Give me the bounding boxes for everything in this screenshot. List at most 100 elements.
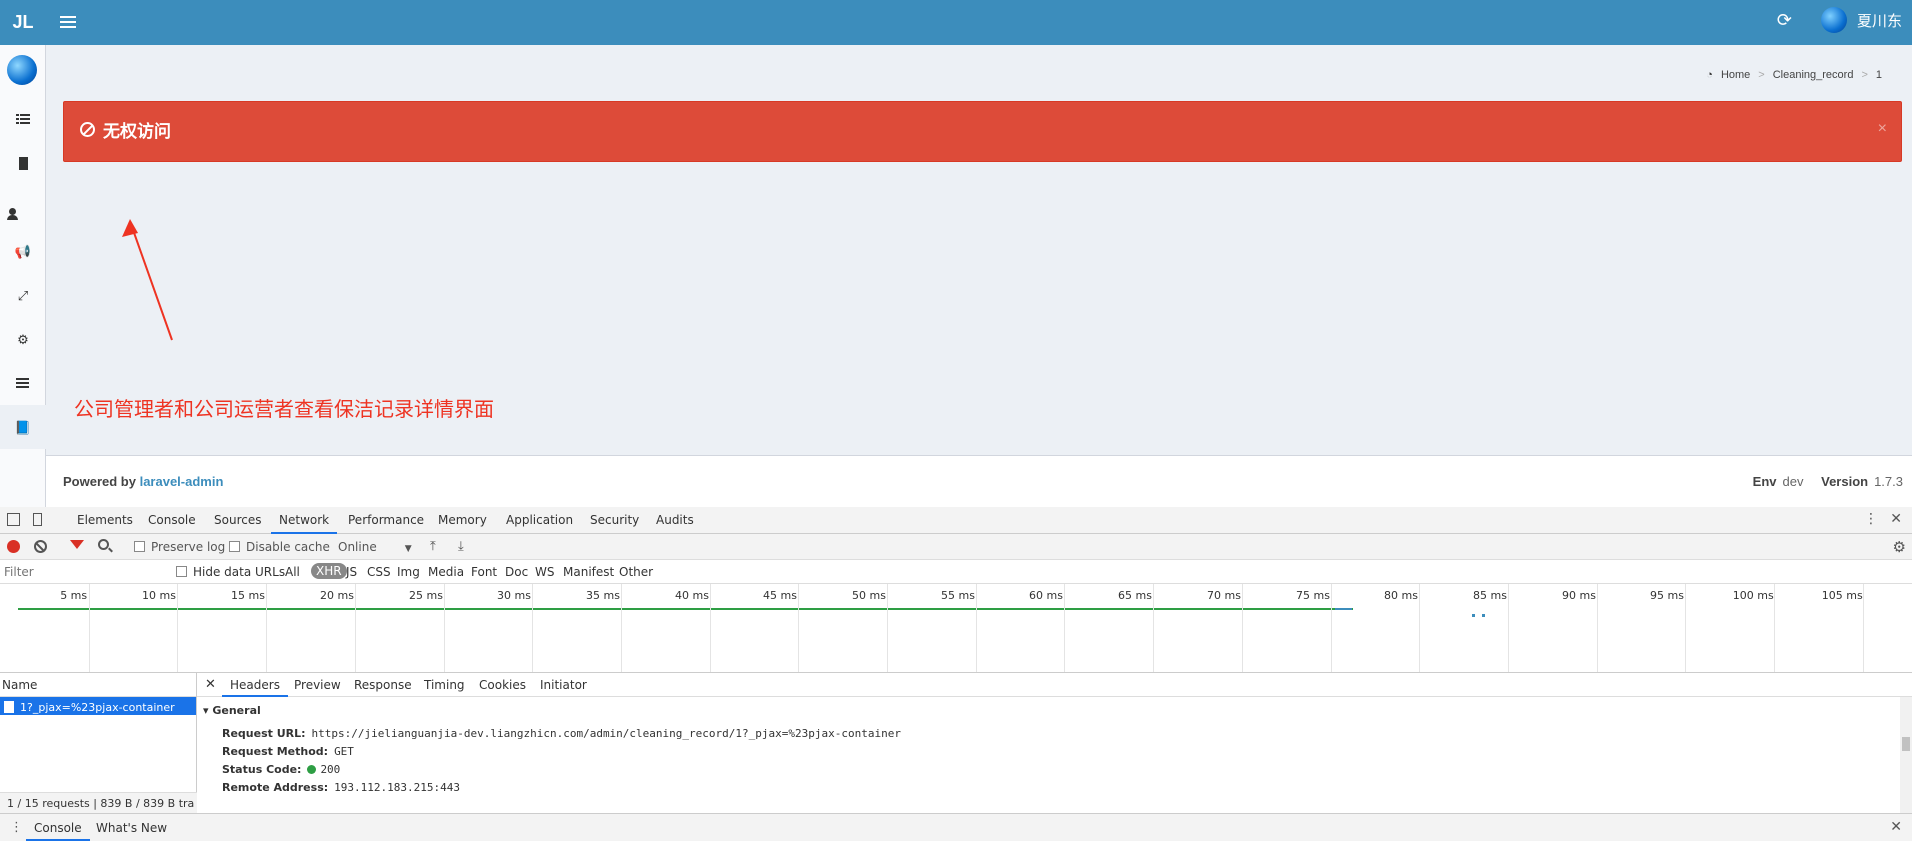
type-all[interactable]: All bbox=[285, 565, 300, 579]
close-detail-icon[interactable]: ✕ bbox=[205, 677, 216, 692]
version-value: 1.7.3 bbox=[1874, 474, 1903, 489]
requests-summary: 1 / 15 requests | 839 B / 839 B tra bbox=[0, 792, 197, 813]
close-devtools-icon[interactable]: ✕ bbox=[1890, 511, 1902, 527]
tab-initiator[interactable]: Initiator bbox=[540, 678, 587, 692]
record-icon[interactable] bbox=[7, 540, 20, 553]
close-drawer-icon[interactable]: ✕ bbox=[1890, 819, 1902, 835]
throttling-select[interactable]: Online ▼ bbox=[338, 540, 412, 554]
filter-input[interactable] bbox=[0, 563, 165, 581]
tab-headers[interactable]: Headers bbox=[222, 678, 288, 697]
inspect-element-icon[interactable] bbox=[7, 513, 20, 526]
sidebar-item-building[interactable] bbox=[0, 141, 46, 185]
tab-preview[interactable]: Preview bbox=[294, 678, 341, 692]
checkbox-icon bbox=[229, 541, 240, 552]
type-css[interactable]: CSS bbox=[367, 565, 391, 579]
drawer-tab-whats-new[interactable]: What's New bbox=[96, 821, 167, 835]
devtools-tabbar: Elements Console Sources Network Perform… bbox=[0, 507, 1912, 534]
request-row[interactable]: 1?_pjax=%23pjax-container bbox=[0, 697, 196, 715]
tab-sources[interactable]: Sources bbox=[214, 513, 261, 527]
filter-bar: Hide data URLs All XHR JS CSS Img Media … bbox=[0, 560, 1912, 584]
env-value: dev bbox=[1782, 474, 1804, 489]
disable-cache-checkbox[interactable]: Disable cache bbox=[229, 540, 330, 554]
tab-elements[interactable]: Elements bbox=[77, 513, 133, 527]
laravel-admin-link[interactable]: laravel-admin bbox=[140, 474, 224, 489]
powered-prefix: Powered by bbox=[63, 474, 136, 489]
sidebar-item-list[interactable] bbox=[0, 97, 46, 141]
ban-icon bbox=[80, 122, 95, 137]
timeline-gridline bbox=[1508, 584, 1509, 672]
settings-gear-icon[interactable]: ⚙ bbox=[1893, 538, 1906, 556]
detail-tabbar: ✕ Headers Preview Response Timing Cookie… bbox=[197, 673, 1912, 697]
search-icon[interactable] bbox=[98, 539, 109, 550]
breadcrumb-separator: > bbox=[1861, 69, 1868, 81]
timeline-gridline bbox=[1774, 584, 1775, 672]
expand-icon: ⤢ bbox=[17, 287, 29, 303]
type-other[interactable]: Other bbox=[619, 565, 653, 579]
request-name: 1?_pjax=%23pjax-container bbox=[20, 700, 175, 714]
network-toolbar: Preserve log Disable cache Online ▼ ⤒ ⤓ ⚙ bbox=[0, 534, 1912, 560]
type-js[interactable]: JS bbox=[346, 565, 357, 579]
export-har-icon[interactable]: ⤓ bbox=[458, 539, 464, 554]
tab-performance[interactable]: Performance bbox=[348, 513, 424, 527]
name-column-header[interactable]: Name bbox=[0, 673, 196, 697]
type-doc[interactable]: Doc bbox=[505, 565, 528, 579]
drawer-menu-icon[interactable]: ⋮ bbox=[10, 820, 23, 835]
tab-memory[interactable]: Memory bbox=[438, 513, 487, 527]
tab-timing[interactable]: Timing bbox=[424, 678, 465, 692]
header-key: Status Code: bbox=[222, 763, 302, 776]
tab-response[interactable]: Response bbox=[354, 678, 412, 692]
header-key: Request Method: bbox=[222, 745, 329, 758]
timeline-tick-label: 25 ms bbox=[409, 589, 443, 602]
tab-application[interactable]: Application bbox=[506, 513, 573, 527]
sidebar-item-user[interactable] bbox=[0, 185, 46, 229]
hide-data-urls-checkbox[interactable]: Hide data URLs bbox=[176, 565, 285, 579]
app-logo[interactable]: JL bbox=[0, 0, 46, 45]
user-menu[interactable]: 夏川东 bbox=[1820, 7, 1902, 33]
device-toolbar-icon[interactable] bbox=[33, 513, 42, 526]
type-font[interactable]: Font bbox=[471, 565, 497, 579]
scrollbar-thumb[interactable] bbox=[1902, 737, 1910, 751]
tab-cookies[interactable]: Cookies bbox=[479, 678, 526, 692]
breadcrumb: ◔ Home > Cleaning_record > 1 bbox=[1706, 69, 1882, 81]
breadcrumb-home[interactable]: Home bbox=[1721, 69, 1750, 81]
checkbox-icon bbox=[176, 566, 187, 577]
header-status-code: Status Code: 200 bbox=[222, 763, 340, 776]
alert-close-button[interactable]: × bbox=[1878, 120, 1887, 138]
preserve-log-checkbox[interactable]: Preserve log bbox=[134, 540, 225, 554]
drawer-tab-console[interactable]: Console bbox=[26, 821, 90, 841]
type-manifest[interactable]: Manifest bbox=[563, 565, 614, 579]
timeline-gridline bbox=[1863, 584, 1864, 672]
refresh-icon[interactable]: ⟳ bbox=[1777, 10, 1792, 31]
filter-icon[interactable] bbox=[70, 540, 84, 549]
timeline-gridline bbox=[1597, 584, 1598, 672]
page-footer: Powered by laravel-admin Env dev Version 1… bbox=[46, 455, 1912, 507]
tab-console[interactable]: Console bbox=[148, 513, 196, 527]
type-ws[interactable]: WS bbox=[535, 565, 554, 579]
breadcrumb-cleaning-record[interactable]: Cleaning_record bbox=[1773, 69, 1854, 81]
timeline-tick-label: 40 ms bbox=[675, 589, 709, 602]
type-img[interactable]: Img bbox=[397, 565, 420, 579]
sidebar-toggle-icon[interactable] bbox=[60, 13, 76, 29]
devtools-drawer: ⋮ Console What's New ✕ bbox=[0, 813, 1912, 841]
type-media[interactable]: Media bbox=[428, 565, 464, 579]
document-icon bbox=[4, 701, 14, 713]
clear-icon[interactable] bbox=[34, 540, 47, 553]
general-section-toggle[interactable]: ▾ General bbox=[203, 704, 261, 717]
sidebar-item-gears[interactable]: ⚙ bbox=[0, 317, 46, 361]
tab-network[interactable]: Network bbox=[270, 513, 338, 534]
annotation-text: 公司管理者和公司运营者查看保洁记录详情界面 bbox=[74, 399, 494, 421]
timeline-tick-label: 30 ms bbox=[497, 589, 531, 602]
sidebar-item-bars[interactable] bbox=[0, 361, 46, 405]
detail-scrollbar[interactable] bbox=[1900, 697, 1912, 813]
sidebar-item-expand[interactable]: ⤢ bbox=[0, 273, 46, 317]
network-timeline[interactable]: 5 ms 10 ms 15 ms 20 ms 25 ms 30 ms 35 ms 40 ms 4… bbox=[0, 584, 1912, 673]
header-value: https://jielianguanjia-dev.liangzhicn.co… bbox=[311, 727, 901, 740]
type-xhr[interactable]: XHR bbox=[311, 563, 347, 579]
import-har-icon[interactable]: ⤒ bbox=[430, 539, 436, 554]
sidebar-item-book[interactable]: 📘 bbox=[0, 405, 46, 449]
tab-audits[interactable]: Audits bbox=[656, 513, 694, 527]
tab-security[interactable]: Security bbox=[590, 513, 639, 527]
timeline-tick-label: 35 ms bbox=[586, 589, 620, 602]
more-options-icon[interactable]: ⋮ bbox=[1864, 511, 1878, 527]
sidebar-item-bullhorn[interactable]: 📢 bbox=[0, 229, 46, 273]
